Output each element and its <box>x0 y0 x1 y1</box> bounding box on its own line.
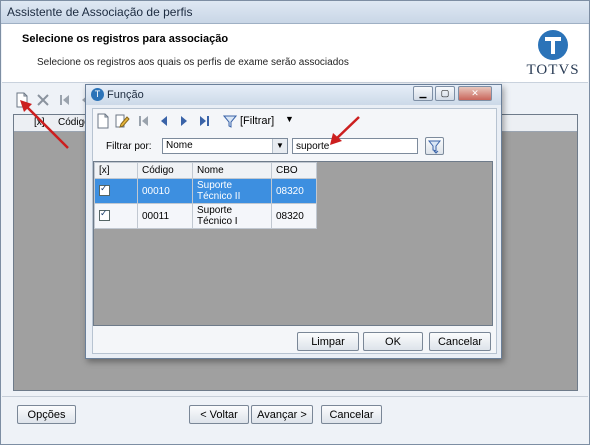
dialog-prev-icon[interactable] <box>156 113 172 131</box>
row-checkbox[interactable] <box>94 178 138 204</box>
filter-by-label: Filtrar por: <box>106 141 152 152</box>
filter-menu-label: [Filtrar] <box>240 115 275 127</box>
options-button[interactable]: Opções <box>17 405 76 424</box>
window-title-bar[interactable]: Assistente de Associação de perfis <box>1 1 589 24</box>
filter-menu[interactable]: [Filtrar] ▼ <box>223 113 294 131</box>
checkbox-checked-icon[interactable] <box>99 208 110 222</box>
totvs-logo-icon <box>538 30 568 60</box>
page-title: Selecione os registros para associação <box>22 33 229 45</box>
dialog-title-bar[interactable]: T Função ▁ ▢ ✕ <box>86 85 501 105</box>
function-dialog: T Função ▁ ▢ ✕ [Filtrar] ▼ Filtrar por: <box>85 84 502 359</box>
ok-button[interactable]: OK <box>363 332 423 351</box>
dialog-title: Função <box>107 89 144 101</box>
clear-button[interactable]: Limpar <box>297 332 359 351</box>
dialog-cancel-button[interactable]: Cancelar <box>429 332 491 351</box>
dialog-next-icon[interactable] <box>176 113 192 131</box>
funnel-icon <box>427 140 442 154</box>
minimize-icon[interactable]: ▁ <box>413 86 433 101</box>
chevron-down-icon[interactable]: ▼ <box>272 139 287 153</box>
filter-field-select[interactable]: Nome ▼ <box>162 138 288 154</box>
totvs-logo: TOTVS <box>523 29 583 79</box>
row-checkbox[interactable] <box>94 203 138 229</box>
column-header-check[interactable]: [x] <box>94 162 138 179</box>
function-table: [x] Código Nome CBO 00010 Suporte Técnic… <box>94 162 317 229</box>
table-row[interactable]: 00010 Suporte Técnico II 08320 <box>94 178 317 204</box>
row-name: Suporte Técnico II <box>192 178 272 204</box>
chevron-down-icon: ▼ <box>285 114 294 124</box>
row-name: Suporte Técnico I <box>192 203 272 229</box>
row-code: 00010 <box>137 178 193 204</box>
cancel-button[interactable]: Cancelar <box>321 405 382 424</box>
checkbox-checked-icon[interactable] <box>99 183 110 197</box>
row-code: 00011 <box>137 203 193 229</box>
window-title: Assistente de Associação de perfis <box>7 5 193 19</box>
maximize-icon[interactable]: ▢ <box>435 86 455 101</box>
dialog-body: [Filtrar] ▼ Filtrar por: Nome ▼ [x] Códi… <box>92 108 497 354</box>
column-header-code[interactable]: Código <box>137 162 193 179</box>
page-subtitle: Selecione os registros aos quais os perf… <box>37 57 349 68</box>
column-header-name[interactable]: Nome <box>192 162 272 179</box>
filter-field-value: Nome <box>166 140 193 151</box>
annotation-arrow-new-icon <box>20 100 69 149</box>
row-cbo: 08320 <box>271 178 317 204</box>
logo-text: TOTVS <box>526 62 580 78</box>
function-grid[interactable]: [x] Código Nome CBO 00010 Suporte Técnic… <box>93 161 493 326</box>
row-cbo: 08320 <box>271 203 317 229</box>
table-row[interactable]: 00011 Suporte Técnico I 08320 <box>94 203 317 229</box>
back-button[interactable]: < Voltar <box>189 405 249 424</box>
wizard-header: Selecione os registros para associação S… <box>2 24 588 83</box>
close-icon[interactable]: ✕ <box>458 86 492 101</box>
dialog-edit-icon[interactable] <box>114 113 130 131</box>
annotation-arrow-search-input <box>330 116 360 145</box>
dialog-last-icon[interactable] <box>196 113 212 131</box>
funnel-icon <box>223 115 237 128</box>
footer-divider <box>2 396 588 397</box>
next-button[interactable]: Avançar > <box>251 405 313 424</box>
column-header-cbo[interactable]: CBO <box>271 162 317 179</box>
app-icon: T <box>91 88 104 101</box>
dialog-new-icon[interactable] <box>96 113 110 131</box>
apply-filter-button[interactable] <box>425 137 444 155</box>
dialog-first-icon[interactable] <box>136 113 152 131</box>
